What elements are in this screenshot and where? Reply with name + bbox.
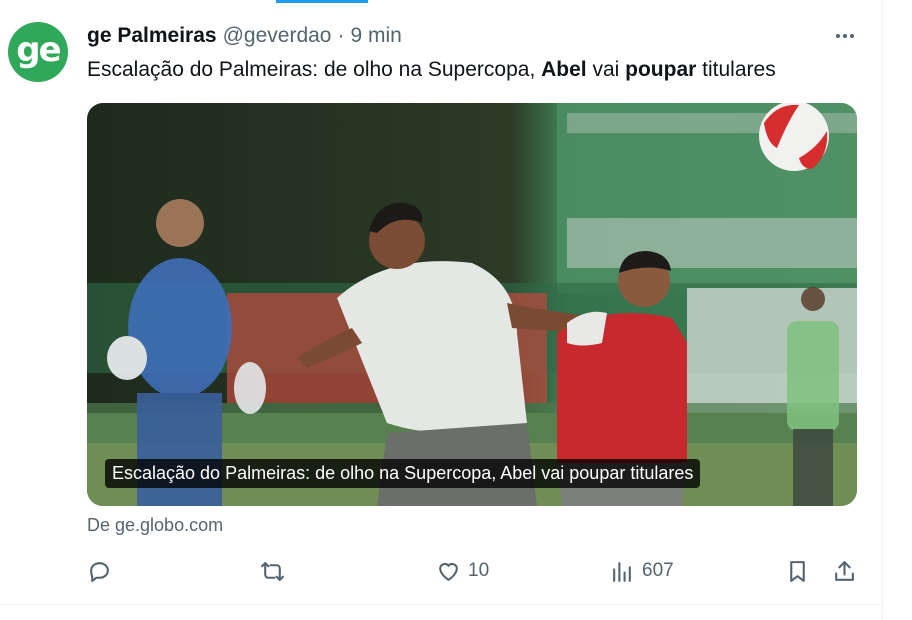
author-name[interactable]: ge Palmeiras — [87, 24, 217, 48]
avatar[interactable]: ge — [8, 22, 68, 82]
separator-dot: · — [337, 24, 345, 47]
like-button[interactable]: 10 — [436, 556, 489, 586]
card-source-link[interactable]: De ge.globo.com — [87, 515, 223, 536]
card-caption: Escalação do Palmeiras: de olho na Super… — [105, 459, 701, 488]
like-count: 10 — [468, 560, 490, 581]
views-button[interactable]: 607 — [610, 556, 674, 586]
timestamp[interactable]: 9 min — [350, 24, 401, 48]
tweet-text-part: vai — [586, 58, 626, 81]
views-icon — [613, 561, 631, 582]
reply-icon — [90, 561, 109, 582]
link-card[interactable]: Escalação do Palmeiras: de olho na Super… — [87, 103, 857, 506]
tweet-text-bold: poupar — [625, 58, 697, 81]
retweet-button[interactable] — [260, 556, 292, 586]
column-divider — [882, 0, 883, 620]
tweet-divider — [0, 604, 882, 605]
avatar-logo-text: ge — [16, 30, 61, 70]
tweet-text: Escalação do Palmeiras: de olho na Super… — [87, 58, 776, 82]
bookmark-button[interactable] — [785, 556, 810, 586]
views-count: 607 — [642, 560, 674, 581]
like-icon — [439, 562, 458, 581]
author-handle[interactable]: @geverdao — [223, 24, 332, 48]
tab-indicator — [276, 0, 368, 3]
reply-button[interactable] — [87, 556, 119, 586]
more-icon[interactable] — [830, 26, 860, 46]
bookmark-icon — [790, 560, 805, 582]
retweet-icon — [261, 561, 284, 581]
tweet-text-part: titulares — [696, 58, 776, 81]
share-icon — [835, 560, 854, 581]
tweet-header: ge Palmeiras @geverdao · 9 min — [87, 22, 402, 50]
tweet-text-bold: Abel — [541, 58, 587, 81]
card-photo — [87, 103, 857, 506]
action-bar: 10 607 — [0, 556, 882, 586]
tweet-text-part: Escalação do Palmeiras: de olho na Super… — [87, 58, 542, 81]
share-button[interactable] — [832, 556, 857, 586]
